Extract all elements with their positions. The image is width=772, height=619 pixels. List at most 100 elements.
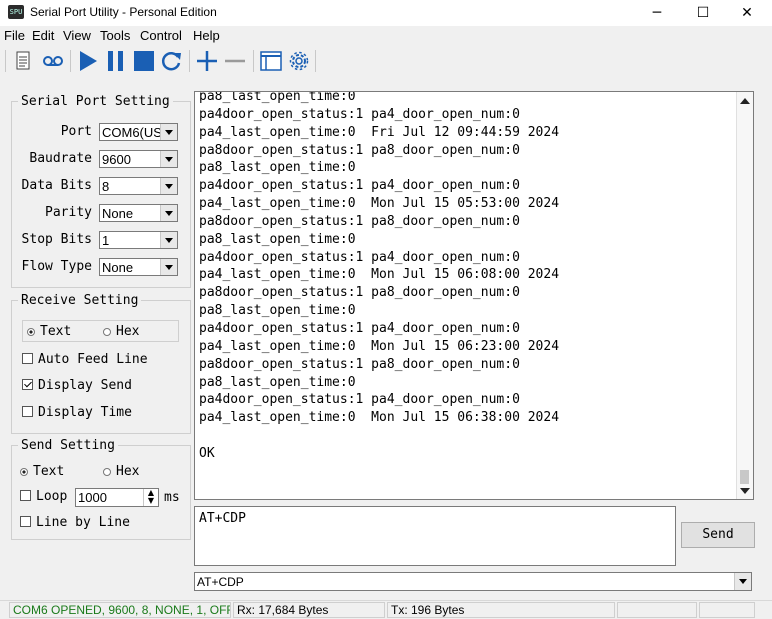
toolbar-separator (5, 50, 6, 72)
display-time-label: Display Time (38, 405, 132, 420)
chevron-down-icon[interactable] (160, 151, 177, 167)
parity-select[interactable]: None (99, 204, 178, 222)
minus-icon[interactable] (222, 49, 248, 73)
gear-icon[interactable] (286, 49, 312, 73)
plus-icon[interactable] (194, 49, 220, 73)
chevron-down-icon[interactable] (160, 124, 177, 140)
scroll-down-icon[interactable] (740, 488, 750, 494)
receive-log[interactable]: pa8_last_open_time:0 pa4door_open_status:… (194, 91, 754, 500)
receive-hex-label: Hex (116, 324, 140, 339)
databits-value: 8 (102, 179, 110, 194)
chevron-down-icon[interactable] (734, 573, 751, 590)
log-line: pa4door_open_status:1 pa4_door_open_num:… (199, 320, 520, 336)
line-by-line-label: Line by Line (36, 515, 130, 530)
menu-help[interactable]: Help (193, 28, 220, 43)
log-line: pa8door_open_status:1 pa8_door_open_num:… (199, 285, 520, 301)
databits-select[interactable]: 8 (99, 177, 178, 195)
spinner-arrows-icon[interactable]: ▲ ▼ (143, 489, 158, 506)
checkbox-icon (20, 516, 31, 527)
display-time-checkbox[interactable]: Display Time (22, 405, 132, 420)
baudrate-label: Baudrate (29, 151, 92, 166)
receive-text-radio[interactable]: Text (27, 324, 71, 339)
log-line: pa8_last_open_time:0 (199, 374, 356, 390)
send-text-radio[interactable]: Text (20, 464, 64, 479)
send-button[interactable]: Send (681, 522, 755, 548)
checkbox-icon (22, 353, 33, 364)
log-scrollbar[interactable] (736, 92, 753, 499)
toolbar-separator (189, 50, 190, 72)
maximize-button[interactable]: ☐ (680, 0, 726, 26)
receive-group-title: Receive Setting (21, 293, 139, 308)
radio-icon (103, 327, 111, 336)
log-line: pa8_last_open_time:0 (199, 303, 356, 319)
log-line: pa8_last_open_time:0 (199, 91, 356, 104)
radio-icon (103, 467, 111, 476)
display-send-label: Display Send (38, 378, 132, 393)
play-icon[interactable] (75, 49, 101, 73)
stopbits-label: Stop Bits (21, 232, 92, 247)
log-line: pa8_last_open_time:0 (199, 160, 356, 176)
chevron-down-icon[interactable] (160, 178, 177, 194)
log-line: pa4_last_open_time:0 Mon Jul 15 05:53:00… (199, 196, 560, 212)
flowtype-select[interactable]: None (99, 258, 178, 276)
window-icon[interactable] (258, 49, 284, 73)
send-hex-label: Hex (116, 464, 140, 479)
send-history-select[interactable]: AT+CDP (194, 572, 752, 591)
chevron-down-icon[interactable] (160, 259, 177, 275)
chevron-down-icon[interactable] (160, 232, 177, 248)
menu-view[interactable]: View (63, 28, 91, 43)
minimize-button[interactable]: ─ (634, 0, 680, 26)
flowtype-value: None (102, 260, 134, 275)
voicemail-icon[interactable] (40, 49, 66, 73)
serial-port-group-title: Serial Port Setting (21, 94, 170, 109)
log-line: pa8_last_open_time:0 (199, 231, 356, 247)
app-icon: SPU (8, 5, 24, 19)
baudrate-value: 9600 (102, 152, 131, 167)
stop-icon[interactable] (131, 49, 157, 73)
stopbits-select[interactable]: 1 (99, 231, 178, 249)
pause-icon[interactable] (103, 49, 129, 73)
chevron-down-icon[interactable] (160, 205, 177, 221)
send-input[interactable]: AT+CDP (194, 506, 676, 566)
receive-log-text: pa8_last_open_time:0 pa4door_open_status:… (199, 91, 560, 463)
menu-file[interactable]: File (4, 28, 25, 43)
scroll-up-icon[interactable] (740, 98, 750, 104)
checkbox-checked-icon (22, 379, 33, 390)
loop-unit-label: ms (164, 490, 180, 505)
receive-hex-radio[interactable]: Hex (103, 324, 139, 339)
loop-label: Loop (36, 489, 68, 504)
auto-feed-checkbox[interactable]: Auto Feed Line (22, 352, 148, 367)
menu-tools[interactable]: Tools (100, 28, 130, 43)
log-line: pa4door_open_status:1 pa4_door_open_num:… (199, 178, 520, 194)
refresh-icon[interactable] (159, 49, 185, 73)
port-select[interactable]: COM6(USE (99, 123, 178, 141)
send-input-text[interactable]: AT+CDP (199, 511, 246, 526)
line-by-line-checkbox[interactable]: Line by Line (20, 515, 130, 530)
close-button[interactable]: ✕ (724, 0, 770, 26)
send-hex-radio[interactable]: Hex (103, 464, 139, 479)
menu-control[interactable]: Control (140, 28, 182, 43)
parity-label: Parity (45, 205, 92, 220)
log-line: pa4door_open_status:1 pa4_door_open_num:… (199, 249, 520, 265)
loop-interval-stepper[interactable]: 1000 ▲ ▼ (75, 488, 159, 507)
title-bar: SPU Serial Port Utility - Personal Editi… (0, 0, 772, 26)
status-bar: COM6 OPENED, 9600, 8, NONE, 1, OFF Rx: 1… (0, 600, 772, 619)
loop-interval-value[interactable]: 1000 (78, 490, 107, 505)
auto-feed-label: Auto Feed Line (38, 352, 148, 367)
window-title: Serial Port Utility - Personal Edition (30, 5, 217, 19)
document-icon[interactable] (10, 49, 36, 73)
checkbox-icon (22, 406, 33, 417)
send-setting-group-title: Send Setting (21, 438, 115, 453)
databits-label: Data Bits (21, 178, 92, 193)
menu-edit[interactable]: Edit (32, 28, 54, 43)
radio-selected-icon (27, 327, 35, 336)
scroll-thumb[interactable] (740, 470, 749, 484)
baudrate-select[interactable]: 9600 (99, 150, 178, 168)
toolbar-separator (70, 50, 71, 72)
display-send-checkbox[interactable]: Display Send (22, 378, 132, 393)
menu-bar: File Edit View Tools Control Help (0, 27, 772, 45)
receive-text-label: Text (40, 324, 72, 339)
tx-counter: Tx: 196 Bytes (387, 602, 615, 618)
loop-checkbox[interactable]: Loop (20, 489, 67, 504)
